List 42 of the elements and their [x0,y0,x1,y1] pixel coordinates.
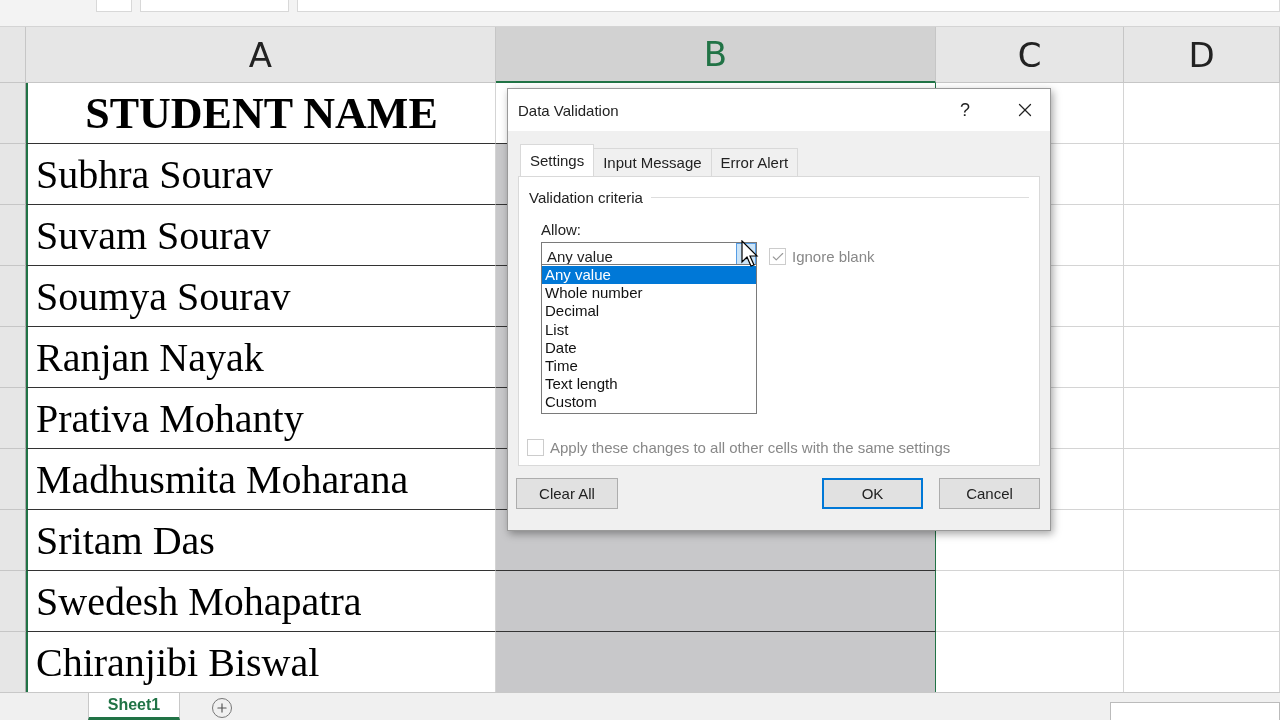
table-cell: Subhra Sourav [26,144,496,205]
column-header[interactable]: D [1124,27,1280,83]
checkbox-label: Ignore blank [792,248,875,265]
table-cell: Madhusmita Moharana [26,449,496,510]
field-label: Allow: [541,221,581,238]
tab[interactable]: Settings [520,144,595,176]
name-box-field[interactable] [96,0,132,12]
dropdown-option[interactable]: Any value [542,266,756,285]
column-header[interactable]: A [26,27,496,83]
help-button[interactable]: ? [960,99,970,121]
row-header[interactable] [0,510,26,571]
row-header[interactable] [0,388,26,449]
table-cell: Prativa Mohanty [26,388,496,449]
table-cell: Swedesh Mohapatra [26,571,496,632]
table-cell: Chiranjibi Biswal [26,632,496,693]
row-header[interactable] [0,266,26,327]
row-header[interactable] [0,449,26,510]
toolbar-field[interactable] [139,0,289,12]
table-cell: Sritam Das [26,510,496,571]
dialog-button[interactable]: Cancel [939,478,1040,509]
row-header[interactable] [0,205,26,266]
table-cell: Suvam Sourav [26,205,496,266]
table-cell: Ranjan Nayak [26,327,496,388]
dialog-button[interactable]: Clear All [516,478,618,509]
row-header[interactable] [0,327,26,388]
tab[interactable]: Error Alert [710,148,799,176]
table-cell: Soumya Sourav [26,266,496,327]
checkbox-label: Apply these changes to all other cells with the same settings [550,439,951,456]
sheet-tab[interactable]: Sheet1 [88,693,180,720]
formula-field[interactable] [296,0,1280,12]
row-header[interactable] [0,83,26,144]
dialog-title: Data Validation [518,101,620,119]
column-header[interactable]: B [496,27,936,83]
dialog-button[interactable]: OK [822,478,923,509]
select-all-corner[interactable] [0,27,26,83]
row-header[interactable] [0,144,26,205]
table-cell: STUDENT NAME [26,83,496,144]
row-header[interactable] [0,632,26,693]
horizontal-scrollbar[interactable] [1110,702,1280,720]
section-label: Validation criteria [529,189,643,206]
row-header[interactable] [0,571,26,632]
column-header[interactable]: C [936,27,1124,83]
